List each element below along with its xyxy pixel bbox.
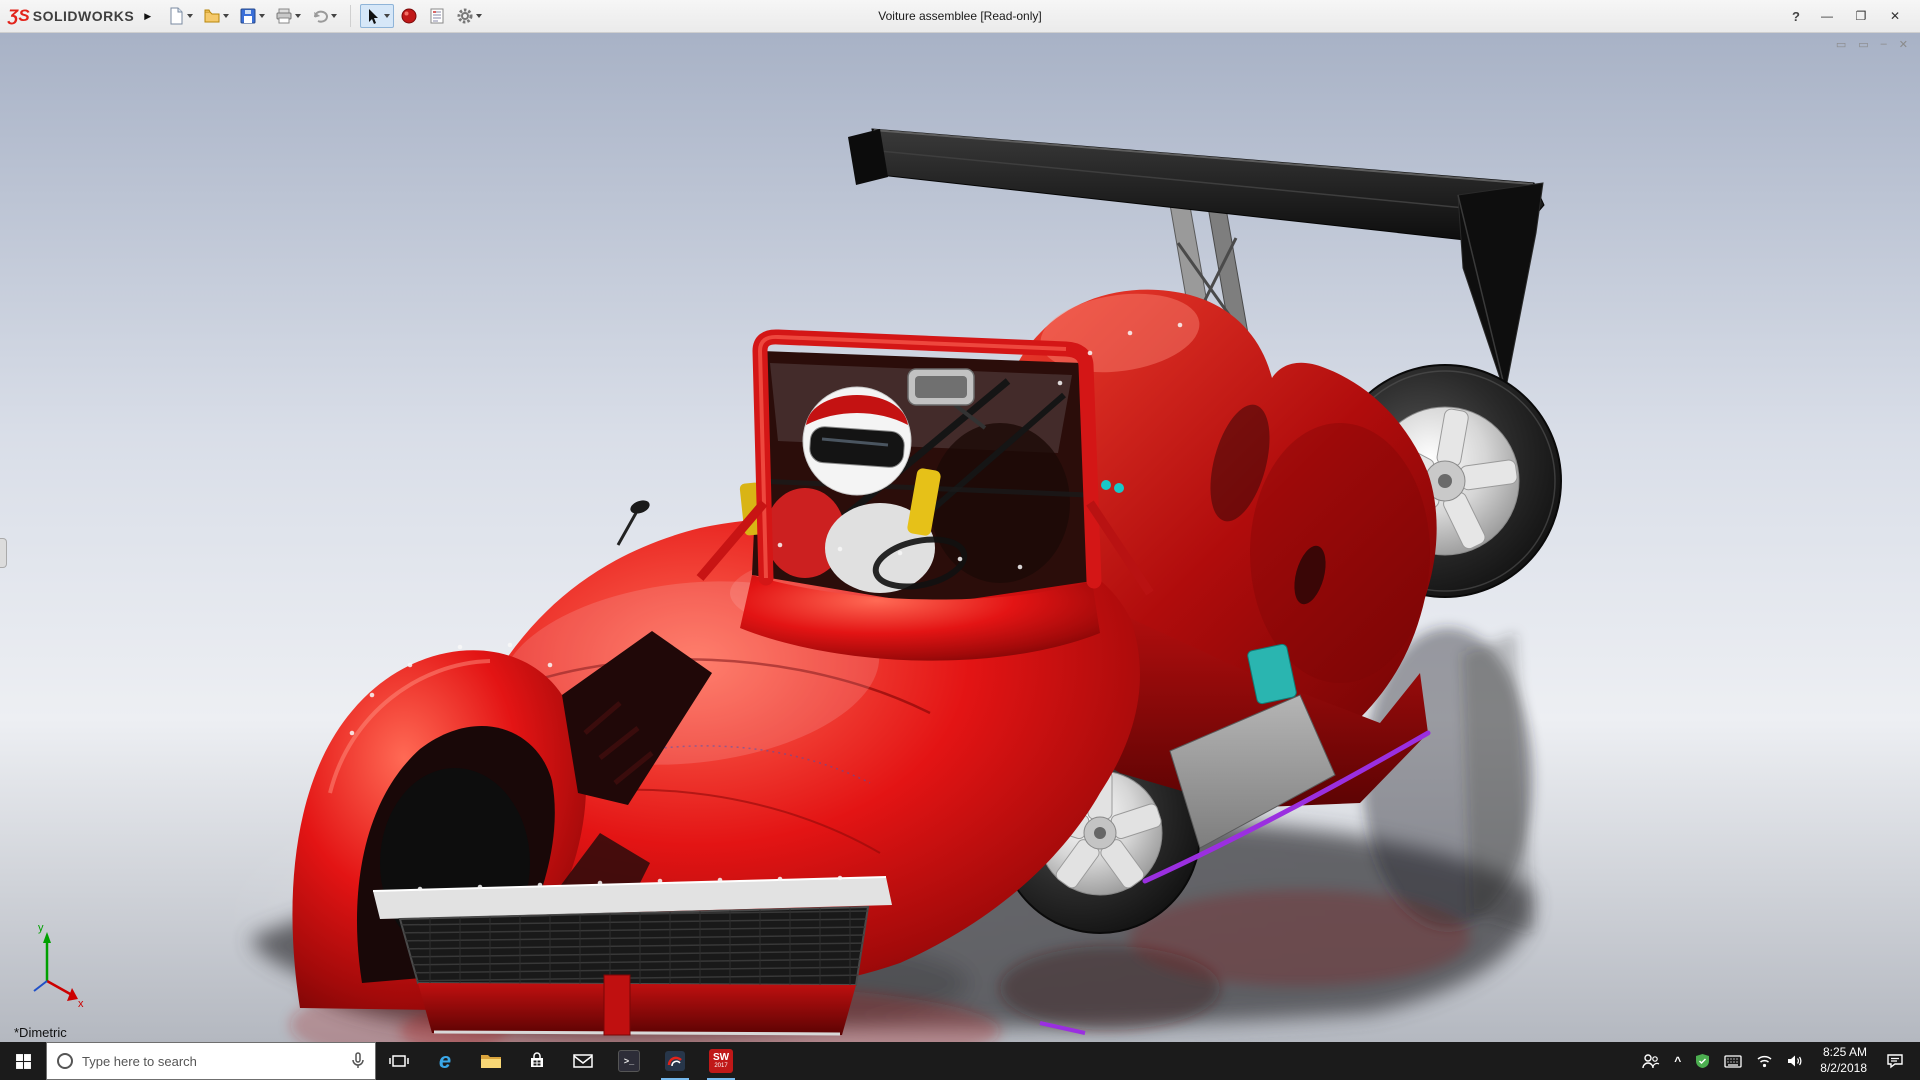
microphone-icon[interactable] [351,1052,365,1070]
undo-button[interactable] [307,4,341,28]
action-center-button[interactable] [1876,1053,1914,1069]
file-explorer-icon [481,1055,501,1068]
start-button[interactable] [0,1042,46,1080]
design-table-button[interactable] [424,4,450,28]
task-view-icon [389,1055,409,1067]
defender-shield-icon[interactable] [1688,1053,1717,1069]
teal-marker-dot [1114,483,1124,493]
edge-button[interactable]: e [422,1042,468,1080]
store-button[interactable] [514,1042,560,1080]
new-document-icon [170,7,183,25]
view-orientation-label: *Dimetric [14,1025,67,1040]
windows-taskbar: e >_ [0,1042,1920,1080]
taskbar-clock[interactable]: 8:25 AM 8/2/2018 [1811,1045,1876,1076]
graphics-viewport[interactable]: x y ▭ ▭ – ✕ *Dimetric [0,33,1920,1042]
save-button[interactable] [235,4,269,28]
save-icon [240,8,256,24]
helmet-visor [809,426,905,468]
window-title: Voiture assemblee [Read-only] [878,9,1042,23]
triad-y-label: y [38,922,44,934]
viewport-window-controls: ▭ ▭ – ✕ [1836,38,1908,51]
people-icon[interactable] [1635,1053,1667,1069]
print-button[interactable] [271,4,305,28]
clock-time: 8:25 AM [1822,1045,1867,1060]
windows-logo-icon [15,1053,31,1069]
brand-name: SOLIDWORKS [32,8,135,24]
touch-keyboard-icon[interactable] [1717,1054,1749,1068]
open-document-button[interactable] [199,4,233,28]
system-tray: ^ 8:25 AM 8/2/2018 [1635,1042,1920,1080]
solidworks-app-icon [665,1051,685,1071]
design-table-icon [430,8,444,24]
solidworks-logo: ƷS SOLIDWORKS [8,6,134,26]
action-center-icon [1887,1054,1903,1069]
viewport-minimize-icon[interactable]: – [1881,38,1887,51]
splitter-strut [603,974,631,1036]
toolbar-separator [350,5,352,27]
dropdown-caret[interactable] [259,14,266,18]
menu-flyout-arrow[interactable]: ▶ [144,11,151,22]
triad-x-label: x [78,998,84,1010]
titlebar: ƷS SOLIDWORKS ▶ Voiture assemblee [Read-… [0,0,1920,33]
app-window: ƷS SOLIDWORKS ▶ Voiture assemblee [Read-… [0,0,1920,1080]
dropdown-caret[interactable] [476,14,483,18]
task-view-button[interactable] [376,1042,422,1080]
sw-2017-button[interactable]: SW 2017 [698,1042,744,1080]
dropdown-caret[interactable] [223,14,230,18]
file-explorer-button[interactable] [468,1042,514,1080]
window-controls: ? — ❐ ✕ [1782,5,1912,27]
appearance-sphere-icon [401,8,417,24]
new-document-button[interactable] [163,4,197,28]
volume-icon[interactable] [1780,1054,1811,1068]
select-cursor-icon [369,9,379,24]
hidden-icons-button[interactable]: ^ [1667,1054,1688,1068]
featuremanager-collapse-tab[interactable] [0,538,7,568]
teal-marker-dot [1101,480,1111,490]
sw-2017-icon: SW 2017 [709,1049,733,1073]
sw-2017-label: SW [712,1052,730,1063]
3d-scene[interactable]: x y [0,33,1920,1042]
sw-2017-year: 2017 [714,1063,728,1069]
network-icon[interactable] [1749,1054,1780,1068]
dropdown-caret[interactable] [187,14,194,18]
edge-icon: e [438,1048,452,1073]
cortana-icon [57,1053,73,1069]
open-folder-icon [204,9,220,23]
main-toolbar [163,4,486,28]
restore-button[interactable]: ❐ [1844,5,1878,27]
dropdown-caret[interactable] [384,14,391,18]
select-cursor-button[interactable] [360,4,395,28]
print-icon [276,8,292,24]
solidworks-app-button[interactable] [652,1042,698,1080]
store-icon [531,1052,543,1067]
ds-logo-mark: ƷS [8,6,30,25]
console-icon: >_ [618,1050,640,1072]
gear-icon [457,8,473,24]
options-button[interactable] [452,4,486,28]
mail-button[interactable] [560,1042,606,1080]
dropdown-caret[interactable] [295,14,302,18]
viewport-pane-icon[interactable]: ▭ [1836,38,1846,51]
help-button[interactable]: ? [1782,9,1810,24]
console-button[interactable]: >_ [606,1042,652,1080]
dropdown-caret[interactable] [331,14,338,18]
close-button[interactable]: ✕ [1878,5,1912,27]
front-lip [418,983,856,1035]
mail-icon [573,1054,593,1068]
viewport-pane2-icon[interactable]: ▭ [1858,38,1868,51]
search-input[interactable] [82,1053,342,1069]
appearance-button[interactable] [396,4,422,28]
minimize-button[interactable]: — [1810,5,1844,27]
viewport-close-icon[interactable]: ✕ [1899,38,1908,51]
clock-date: 8/2/2018 [1820,1061,1867,1075]
taskbar-search[interactable] [46,1042,376,1080]
undo-icon [314,10,329,23]
front-nose[interactable] [372,876,892,1036]
